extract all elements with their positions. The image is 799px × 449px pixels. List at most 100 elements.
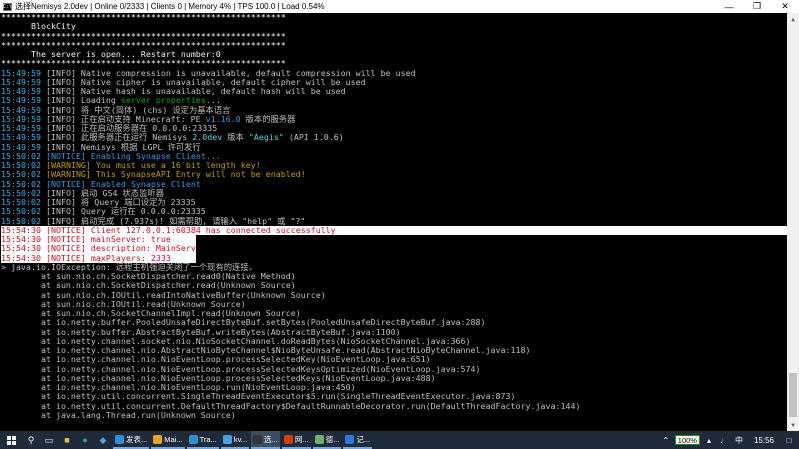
console-text: 15:50:02 <box>1 207 46 217</box>
console-text: at io.netty.channel.nio.NioEventLoop.pro… <box>1 355 431 365</box>
clock[interactable]: 15:56 <box>754 436 774 445</box>
app-icon <box>153 434 163 444</box>
console-line: 15:54:30 [NOTICE] Client 127.0.0.1:60384… <box>1 225 787 235</box>
console-line: at io.netty.channel.nio.NioEventLoop.pro… <box>1 355 787 364</box>
console-line: 15:49:59 [INFO] 正在启动服务器在 0.0.0.0:23335 <box>1 124 787 133</box>
chevron-up-icon[interactable]: ⌃ <box>660 434 672 446</box>
console-text: [INFO] 启动完成 (7.937s)! 如需帮助, 请输入 "help" 或… <box>45 216 306 226</box>
search-icon[interactable]: ⚲ <box>22 431 40 449</box>
vertical-scrollbar[interactable]: ▲ ▼ <box>787 13 799 431</box>
close-button[interactable]: ✕ <box>771 0 799 13</box>
console-text: ****************************************… <box>1 31 286 41</box>
app-label: Tra... <box>199 434 217 444</box>
console-text: ****************************************… <box>1 59 286 69</box>
console-text: 15:49:59 <box>1 96 46 106</box>
console-line: 15:50:02 [NOTICE] Enabling Synapse Clien… <box>1 152 787 161</box>
console-line: at sun.nio.ch.SocketChannelImpl.read(Unk… <box>1 309 787 318</box>
app-label: 记... <box>356 434 371 444</box>
notification-icon[interactable]: □ <box>783 434 795 446</box>
console-text: at io.netty.buffer.PooledUnsafeDirectByt… <box>1 318 486 328</box>
console-icon: C:\ <box>2 2 13 11</box>
app-label: 发表... <box>126 434 148 444</box>
console-text: at io.netty.buffer.AbstractByteBuf.write… <box>1 327 401 337</box>
console-text: [INFO] Query 运行在 0.0.0.0:23335 <box>45 207 206 217</box>
console-text: at io.netty.channel.nio.AbstractNioByteC… <box>1 346 531 355</box>
app-icon <box>314 434 324 444</box>
minimize-button[interactable]: — <box>715 0 743 13</box>
ime-indicator[interactable]: 中 <box>733 434 745 446</box>
taskbar-app-console[interactable]: 选... <box>251 431 280 449</box>
console-line: 15:50:02 [NOTICE] Enabled Synapse Client <box>1 180 787 189</box>
taskbar-app-translate[interactable]: Tra... <box>186 431 219 449</box>
console-text: ****************************************… <box>1 40 286 50</box>
window-title: 选择Nemisys 2.0dev | Online 0/2333 | Clien… <box>15 2 325 11</box>
console-line: 15:50:02 [WARNING] You must use a 16 bit… <box>1 161 787 170</box>
taskbar-app-other[interactable]: 德... <box>312 431 342 449</box>
console-line: at io.netty.util.concurrent.DefaultThrea… <box>1 402 787 411</box>
console-line: 15:54:30 [NOTICE] description: MainServe… <box>1 244 196 254</box>
console-line: at sun.nio.ch.IOUtil.read(Unknown Source… <box>1 300 787 309</box>
console-text: [INFO] Nemisys 根据 LGPL 许可发行 <box>45 142 201 152</box>
maximize-button[interactable]: ❐ <box>743 0 771 13</box>
app-label: 网... <box>294 434 309 444</box>
console-text: [INFO] 正在启动服务器在 0.0.0.0:23335 <box>45 124 218 133</box>
console-text: [WARNING] This SynapseAPI Entry will not… <box>45 170 306 180</box>
taskbar-app-browser[interactable]: 发表... <box>113 431 150 449</box>
app-icon <box>115 434 124 444</box>
console-line: > java.io.IOException: 远程主机强迫关闭了一个现有的连接。 <box>1 263 787 272</box>
app-icon <box>253 434 263 444</box>
console-line: at io.netty.channel.nio.NioEventLoop.pro… <box>1 374 787 383</box>
console-text: 15:54:30 [NOTICE] description: MainServe… <box>1 244 196 254</box>
console-text: at sun.nio.ch.SocketChannelImpl.read(Unk… <box>1 309 301 318</box>
console-text: 15:49:59 <box>1 105 46 115</box>
console-line: 15:49:59 [INFO] Native compression is un… <box>1 69 787 78</box>
console-line: 15:50:02 [INFO] Query 运行在 0.0.0.0:23335 <box>1 207 787 216</box>
console-output[interactable]: ****************************************… <box>0 13 787 431</box>
console-line: 15:54:30 [NOTICE] maxPlayers: 2333 <box>1 253 196 263</box>
app-label: Mai... <box>164 434 183 444</box>
taskbar: ⚲ ▭ ■ ● ◆ 发表... Mai... Tra... kv... 选... 网...… <box>0 431 799 449</box>
console-text: 15:50:02 <box>1 188 46 198</box>
console-text: 15:49:59 <box>1 124 46 133</box>
wechat-icon[interactable]: ● <box>76 431 94 449</box>
console-line: ****************************************… <box>1 32 787 41</box>
window-title-bar[interactable]: C:\ 选择Nemisys 2.0dev | Online 0/2333 | C… <box>0 0 799 13</box>
scrollbar-thumb[interactable] <box>789 373 797 417</box>
console-text: at sun.nio.ch.IOUtil.readIntoNativeBuffe… <box>1 290 326 300</box>
shield-icon[interactable]: ◆ <box>94 431 112 449</box>
console-text: 15:54:30 [NOTICE] mainServer: true <box>1 235 171 244</box>
network-icon[interactable]: ▴ <box>703 434 715 446</box>
scroll-down-arrow-icon[interactable]: ▼ <box>787 419 799 431</box>
scroll-up-arrow-icon[interactable]: ▲ <box>787 13 799 25</box>
console-line: 15:50:02 [INFO] 将 Query 端口设定为 23335 <box>1 198 787 207</box>
console-line: at sun.nio.ch.SocketDispatcher.read(Unkn… <box>1 281 787 290</box>
start-button[interactable] <box>0 431 22 449</box>
file-explorer-icon[interactable]: ■ <box>58 431 76 449</box>
console-line: 15:49:59 [INFO] 正在启动支持 Minecraft: PE v1.… <box>1 115 787 124</box>
console-line: ****************************************… <box>1 41 787 50</box>
volume-icon[interactable]: ♩ <box>718 434 730 446</box>
console-line: BlockCity <box>1 22 787 31</box>
console-line: at io.netty.buffer.PooledUnsafeDirectByt… <box>1 318 787 327</box>
console-text: BlockCity <box>1 22 76 32</box>
console-text: 15:49:59 <box>1 77 46 87</box>
app-label: 德... <box>325 434 340 444</box>
console-line: at io.netty.channel.nio.AbstractNioByteC… <box>1 346 787 355</box>
console-text: at java.lang.Thread.run(Unknown Source) <box>1 410 236 420</box>
taskbar-app-network[interactable]: 网... <box>281 431 311 449</box>
app-label: kv... <box>233 434 248 444</box>
console-line: 15:49:59 [INFO] 此服务器正在运行 Nemisys 2.0dev … <box>1 133 787 142</box>
taskbar-app-notes[interactable]: 记... <box>343 431 373 449</box>
console-text: [INFO] 此服务器正在运行 Nemisys <box>45 133 193 143</box>
console-text: ... <box>205 96 221 106</box>
battery-indicator[interactable]: 100% <box>674 435 700 445</box>
task-view-icon[interactable]: ▭ <box>40 431 58 449</box>
taskbar-app-mail[interactable]: Mai... <box>151 431 185 449</box>
console-text: ****************************************… <box>1 13 286 22</box>
console-text: 15:49:59 <box>1 87 46 96</box>
console-line: 15:49:59 [INFO] Native cipher is unavail… <box>1 78 787 87</box>
console-text: The server is open... Restart number:0 <box>1 50 221 59</box>
taskbar-app-kv[interactable]: kv... <box>220 431 250 449</box>
console-line: 15:49:59 [INFO] Nemisys 根据 LGPL 许可发行 <box>1 143 787 152</box>
console-line: ****************************************… <box>1 59 787 68</box>
